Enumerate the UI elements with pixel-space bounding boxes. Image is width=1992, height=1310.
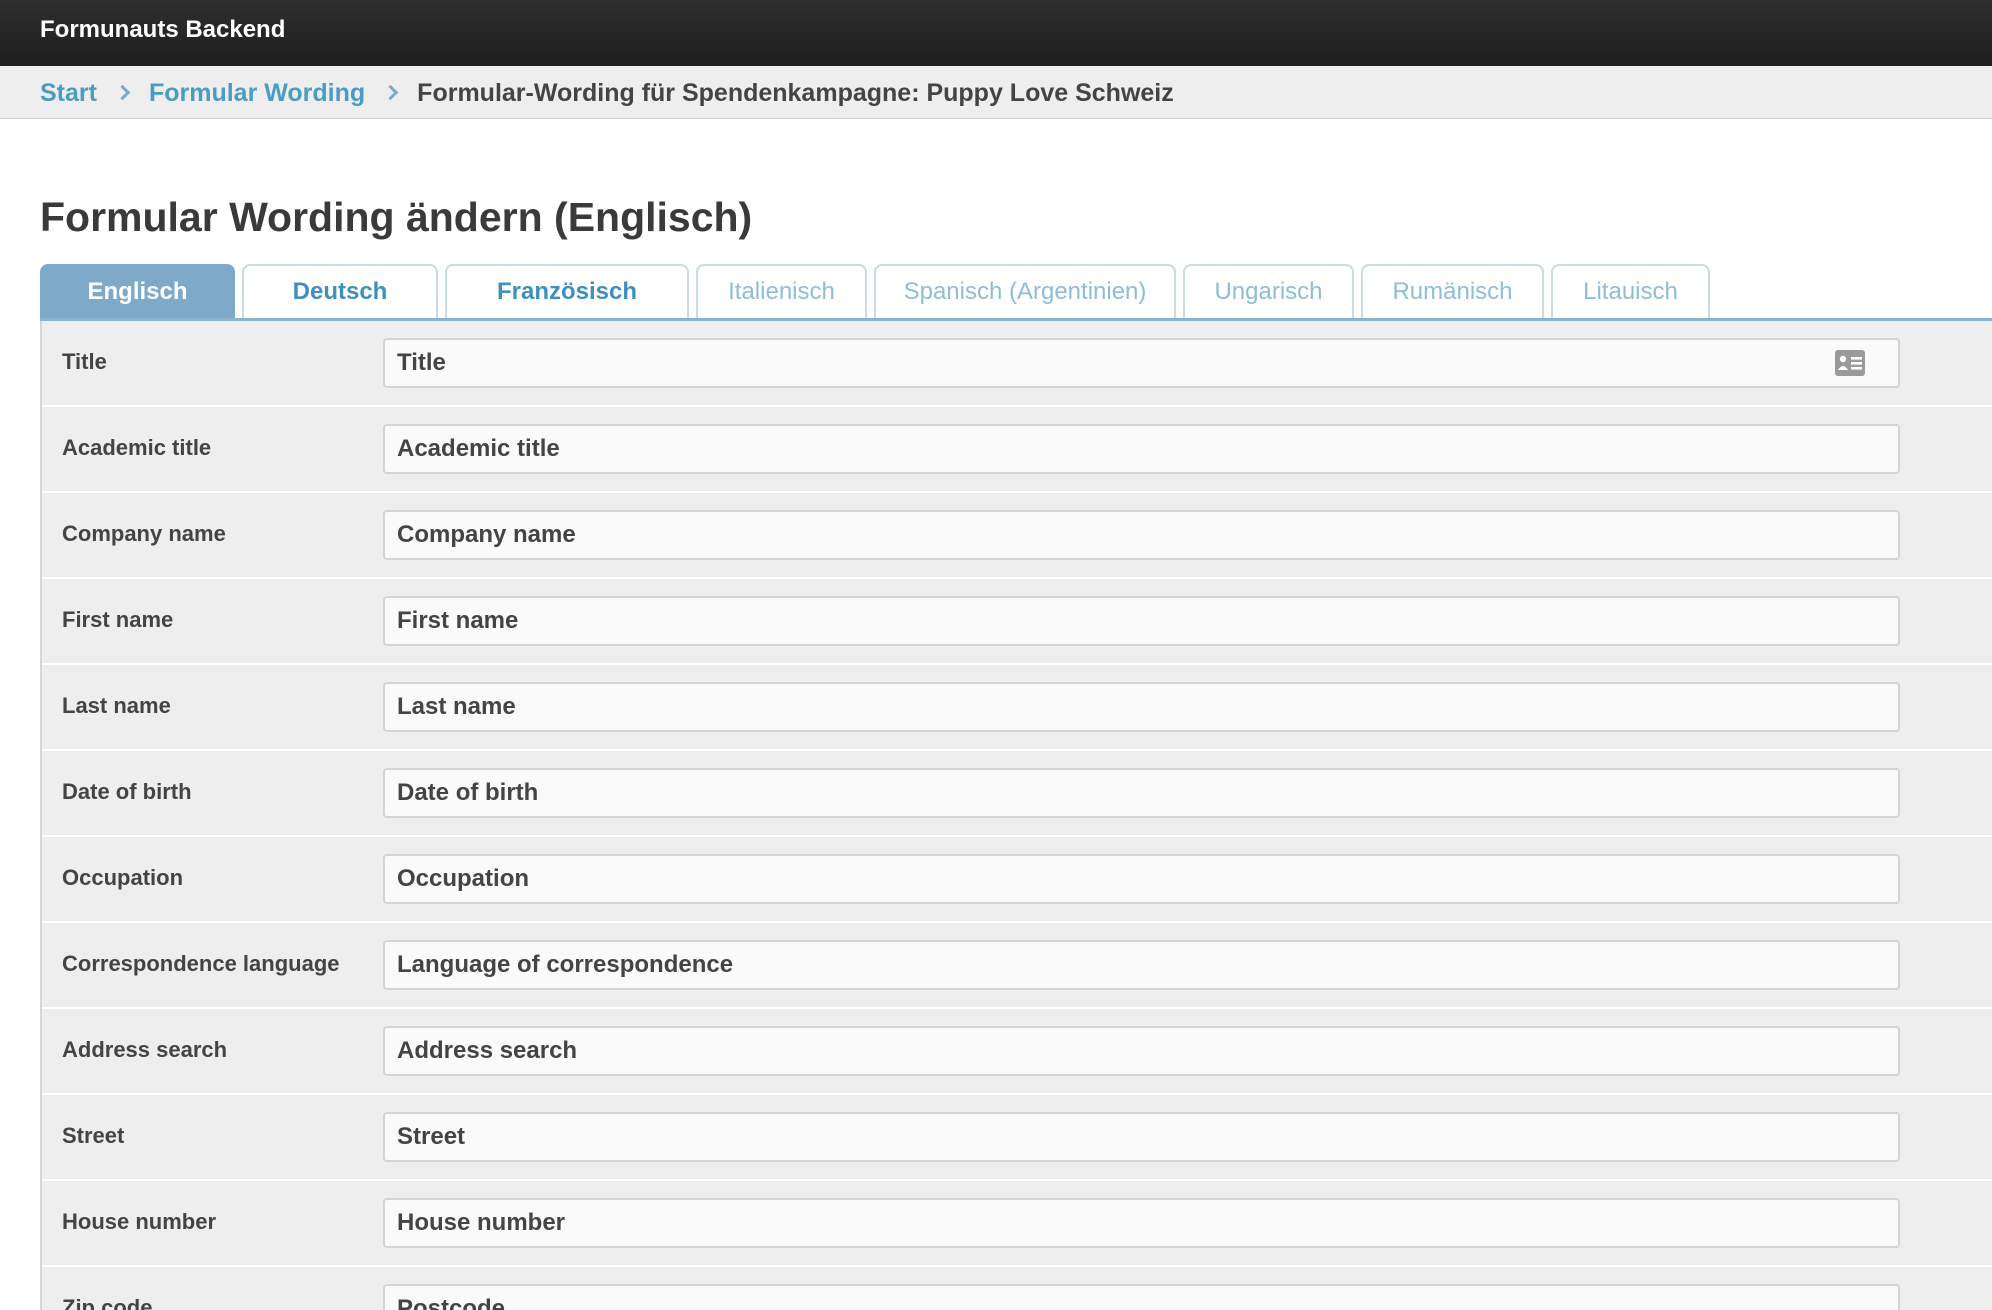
chevron-right-icon	[385, 78, 397, 108]
title-input[interactable]	[383, 338, 1900, 388]
tab-litauisch[interactable]: Litauisch	[1551, 264, 1710, 318]
company-name-input[interactable]	[383, 510, 1900, 560]
tab-deutsch[interactable]: Deutsch	[242, 264, 438, 318]
form-row-academic-title: Academic title	[42, 407, 1992, 493]
language-tabs: Englisch Deutsch Französisch Italienisch…	[40, 264, 1717, 320]
contact-card-icon[interactable]	[1834, 349, 1866, 377]
form-row-company-name: Company name	[42, 493, 1992, 579]
street-input[interactable]	[383, 1112, 1900, 1162]
field-label: Occupation	[62, 865, 184, 890]
field-label: Address search	[62, 1037, 228, 1062]
field-label: House number	[62, 1209, 217, 1234]
form-row-occupation: Occupation	[42, 837, 1992, 923]
tab-englisch[interactable]: Englisch	[40, 264, 235, 318]
top-navbar: Formunauts Backend	[0, 0, 1992, 66]
form-row-date-of-birth: Date of birth	[42, 751, 1992, 837]
form-row-zip-code: Zip code	[42, 1267, 1992, 1310]
correspondence-language-input[interactable]	[383, 940, 1900, 990]
field-label: First name	[62, 607, 174, 632]
tab-franzoesisch[interactable]: Französisch	[445, 264, 689, 318]
field-label: Date of birth	[62, 779, 192, 804]
address-search-input[interactable]	[383, 1026, 1900, 1076]
form-row-address-search: Address search	[42, 1009, 1992, 1095]
field-label: Company name	[62, 521, 226, 546]
house-number-input[interactable]	[383, 1198, 1900, 1248]
field-label: Academic title	[62, 435, 212, 460]
tab-spanisch-argentinien[interactable]: Spanisch (Argentinien)	[874, 264, 1176, 318]
breadcrumb-start-link[interactable]: Start	[40, 79, 97, 108]
breadcrumb: Start Formular Wording Formular-Wording …	[0, 66, 1992, 119]
form-row-last-name: Last name	[42, 665, 1992, 751]
wording-form: Title Academic title Company name First …	[40, 321, 1992, 1310]
form-row-house-number: House number	[42, 1181, 1992, 1267]
tab-italienisch[interactable]: Italienisch	[696, 264, 867, 318]
form-row-first-name: First name	[42, 579, 1992, 665]
field-label: Zip code	[62, 1295, 153, 1310]
date-of-birth-input[interactable]	[383, 768, 1900, 818]
tab-ungarisch[interactable]: Ungarisch	[1183, 264, 1354, 318]
field-label: Correspondence language	[62, 951, 340, 976]
first-name-input[interactable]	[383, 596, 1900, 646]
occupation-input[interactable]	[383, 854, 1900, 904]
academic-title-input[interactable]	[383, 424, 1900, 474]
last-name-input[interactable]	[383, 682, 1900, 732]
field-label: Last name	[62, 693, 171, 718]
chevron-right-icon	[117, 78, 129, 108]
breadcrumb-current: Formular-Wording für Spendenkampagne: Pu…	[417, 78, 1174, 107]
page-title: Formular Wording ändern (Englisch)	[40, 194, 753, 240]
app-brand[interactable]: Formunauts Backend	[40, 16, 285, 44]
form-row-street: Street	[42, 1095, 1992, 1181]
form-row-correspondence-language: Correspondence language	[42, 923, 1992, 1009]
field-label: Street	[62, 1123, 125, 1148]
zip-code-input[interactable]	[383, 1284, 1900, 1310]
form-row-title: Title	[42, 321, 1992, 407]
field-label: Title	[62, 349, 107, 374]
breadcrumb-formular-wording-link[interactable]: Formular Wording	[149, 79, 365, 108]
tab-rumaenisch[interactable]: Rumänisch	[1361, 264, 1544, 318]
